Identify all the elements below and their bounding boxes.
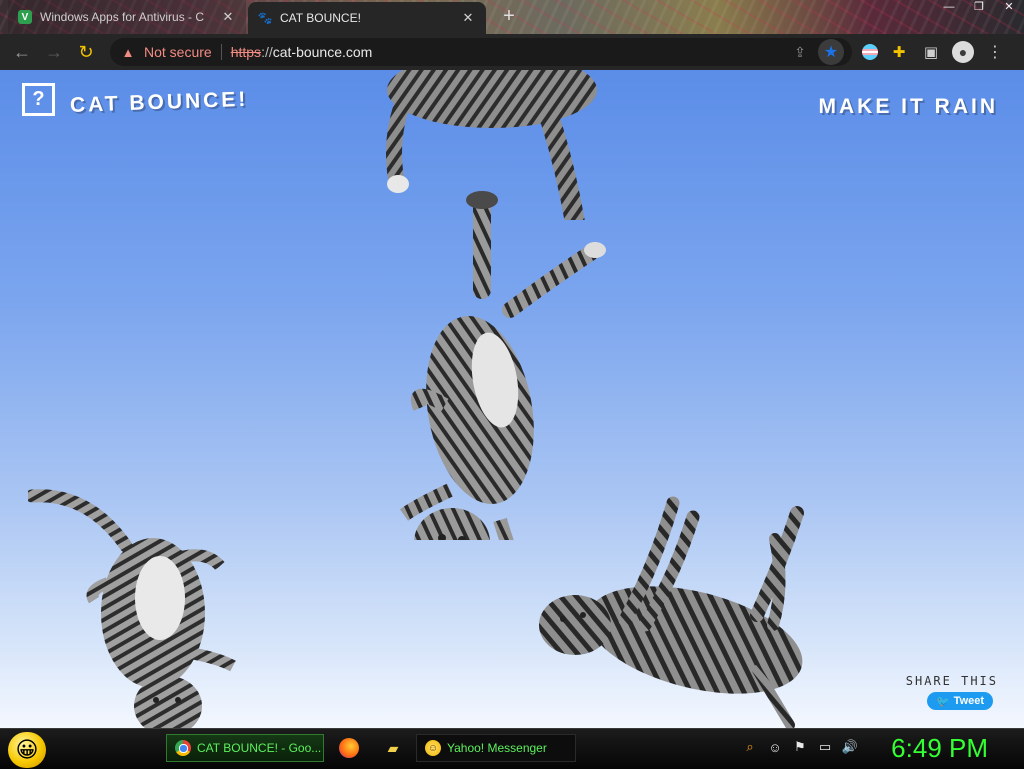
forward-button[interactable]: → [38,36,70,68]
tab-title: CAT BOUNCE! [280,11,361,25]
address-bar[interactable]: ▲ Not secure https://cat-bounce.com ⇪ ★ [110,38,852,66]
window-controls: — ❐ ✕ [934,0,1024,16]
address-bar-actions: ⇪ ★ [790,39,844,65]
close-window-icon[interactable]: ✕ [994,0,1024,16]
yahoo-smiley-icon: ☺ [425,740,441,756]
system-tray: ⌕ ☺ ⚑ ▭ 🔊 [742,739,858,755]
browser-toolbar: ← → ↻ ▲ Not secure https://cat-bounce.co… [0,34,1024,71]
vbox-favicon-icon: V [18,10,32,24]
firefox-icon[interactable] [339,738,359,758]
share-icon[interactable]: ⇪ [790,44,810,61]
messenger-tray-icon[interactable]: ☺ [767,739,783,755]
side-panel-icon[interactable]: ▣ [920,41,942,63]
arrow-right-icon: → [45,41,63,62]
smiley-icon: 😀 [15,737,39,762]
help-button[interactable]: ? [22,83,55,116]
bookmark-star-icon[interactable]: ★ [818,39,844,65]
flag-extension-icon[interactable] [862,44,878,60]
divider [220,44,222,60]
extensions-area: ✚ ▣ ● ⋮ [862,41,1006,63]
bouncing-cat[interactable] [28,488,243,728]
back-button[interactable]: ← [6,36,38,68]
kebab-menu-icon[interactable]: ⋮ [984,41,1006,63]
taskbar-item-yahoo-messenger[interactable]: ☺ Yahoo! Messenger [416,734,576,762]
taskbar: 😀 CAT BOUNCE! - Goo... ▰ ☺ Yahoo! Messen… [0,728,1024,769]
cat-favicon-icon: 🐾 [257,11,273,25]
share-label: SHARE THIS [905,674,998,688]
tweet-label: Tweet [953,695,985,707]
site-logo: CAT BOUNCE! [69,87,249,117]
reload-icon: ↻ [78,41,94,62]
tab-strip: V Windows Apps for Antivirus - C ✕ 🐾 CAT… [0,0,1024,34]
chrome-icon [175,740,191,756]
warning-icon[interactable]: ▲ [120,44,136,60]
close-tab-icon[interactable]: ✕ [220,9,236,25]
tab-title: Windows Apps for Antivirus - C [40,10,205,24]
minimize-icon[interactable]: — [934,0,964,16]
folder-icon[interactable]: ▰ [383,738,403,758]
network-icon[interactable]: ▭ [817,739,833,755]
taskbar-item-chrome[interactable]: CAT BOUNCE! - Goo... [166,734,324,762]
make-it-rain-button[interactable]: MAKE IT RAIN [819,95,999,119]
taskbar-item-label: CAT BOUNCE! - Goo... [197,741,322,755]
url-text[interactable]: https://cat-bounce.com [231,44,373,60]
url-host: cat-bounce.com [272,44,373,60]
restore-icon[interactable]: ❐ [964,0,994,16]
volume-icon[interactable]: 🔊 [842,739,858,755]
bouncing-cat[interactable] [535,495,825,728]
start-button[interactable]: 😀 [8,732,46,768]
tab-antivirus[interactable]: V Windows Apps for Antivirus - C ✕ [8,0,246,34]
bouncing-cat[interactable] [390,190,610,540]
search-icon[interactable]: ⌕ [742,739,758,755]
new-tab-button[interactable]: + [498,4,520,28]
security-status[interactable]: Not secure [144,44,212,60]
taskbar-item-label: Yahoo! Messenger [447,741,547,755]
action-center-flag-icon[interactable]: ⚑ [792,739,808,755]
arrow-left-icon: ← [13,41,31,62]
twitter-bird-icon: 🐦 [935,695,950,708]
tab-cat-bounce[interactable]: 🐾 CAT BOUNCE! ✕ [248,2,486,34]
profile-avatar-icon[interactable]: ● [952,41,974,63]
close-tab-icon[interactable]: ✕ [460,10,476,26]
tweet-button[interactable]: 🐦 Tweet [927,692,993,710]
taskbar-clock[interactable]: 6:49 PM [891,733,988,764]
extensions-puzzle-icon[interactable]: ✚ [888,41,910,63]
url-separator: :// [261,44,273,60]
url-scheme: https [230,44,262,60]
cat-bounce-page: ? CAT BOUNCE! MAKE IT RAIN SHARE THIS 🐦 … [0,70,1024,728]
reload-button[interactable]: ↻ [70,36,102,68]
